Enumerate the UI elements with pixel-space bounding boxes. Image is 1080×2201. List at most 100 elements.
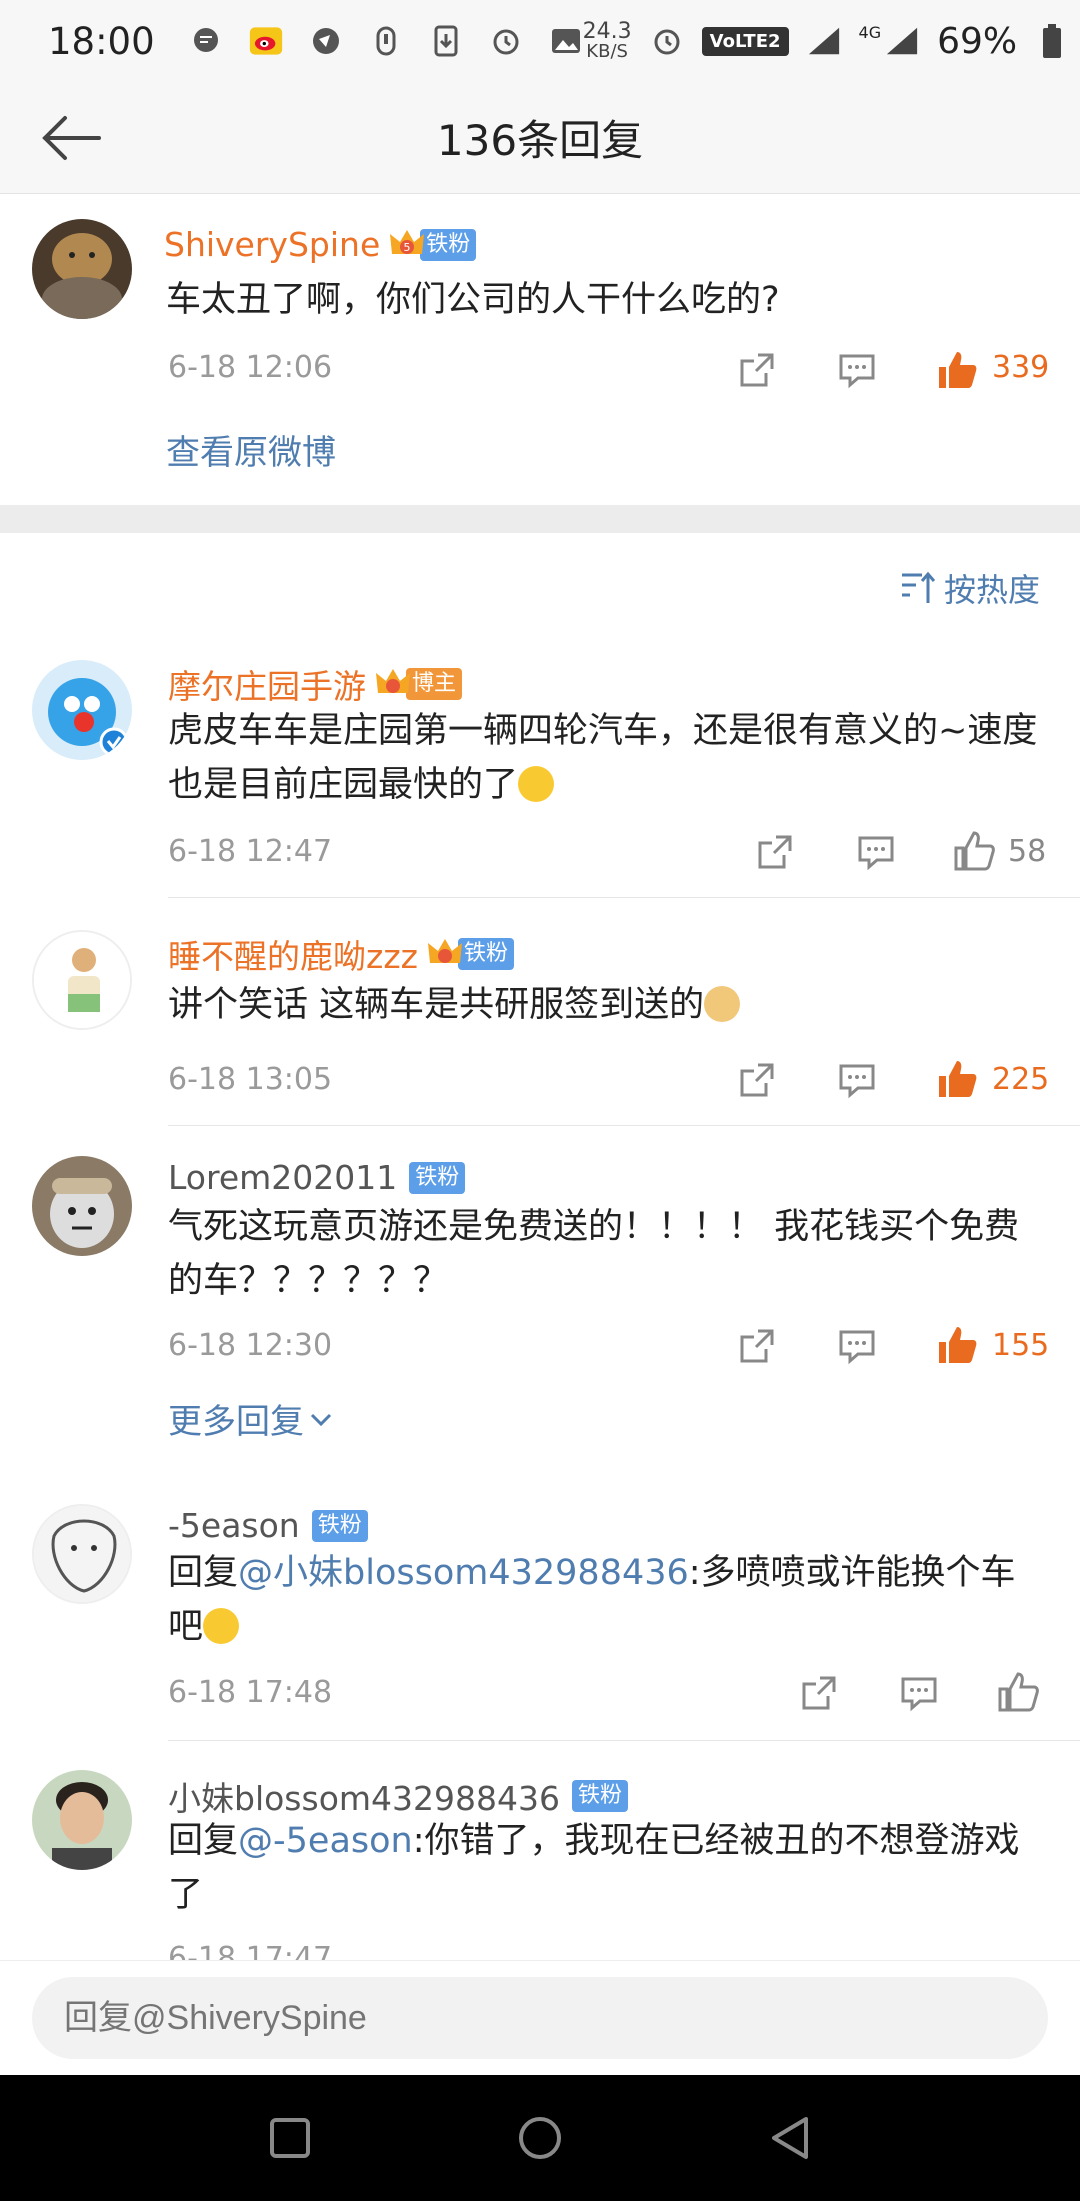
comment-time: 6-18 12:30 — [168, 1328, 333, 1363]
share-icon — [740, 1329, 774, 1363]
reply-input[interactable] — [32, 1977, 1048, 2059]
square-icon — [270, 2118, 310, 2158]
network-type: 4G — [858, 22, 882, 42]
like-button[interactable] — [935, 348, 979, 392]
badge-label: 铁粉 — [311, 1509, 368, 1542]
app-screen: 18:00 24.3 KB/S VoLTE2 4G 69% 136条回复 Shi… — [0, 0, 1080, 2201]
repost-button[interactable] — [737, 1060, 777, 1100]
comment-button[interactable] — [837, 1060, 877, 1100]
battery-percent: 69% — [937, 20, 1018, 62]
comment-author[interactable]: ShiverySpine 5 铁粉 — [164, 225, 477, 264]
like-count: 225 — [992, 1062, 1050, 1097]
battery-icon — [1035, 24, 1069, 58]
like-button[interactable] — [935, 1323, 979, 1367]
home-button[interactable] — [510, 2108, 570, 2168]
comment-author[interactable]: 小妹blossom432988436 铁粉 — [168, 1772, 629, 1820]
laughing-emoji-icon — [518, 766, 555, 802]
fan-badge: 铁粉 — [426, 937, 514, 971]
comment-button[interactable] — [837, 1326, 877, 1366]
comment-text: 回复@小妹blossom432988436:多喷喷或许能换个车吧 — [168, 1546, 1048, 1654]
comment-author[interactable]: Lorem202011 铁粉 — [168, 1158, 466, 1197]
comment-time: 6-18 17:48 — [168, 1675, 333, 1710]
comment-body: 虎皮车车是庄园第一辆四轮汽车，还是很有意义的~速度也是目前庄园最快的了 — [168, 711, 1038, 805]
avatar[interactable] — [32, 219, 132, 319]
comment-icon — [839, 354, 875, 389]
repost-button[interactable] — [737, 1326, 777, 1366]
fan-badge: 5 铁粉 — [388, 228, 477, 262]
more-replies-label[interactable]: 更多回复 — [168, 1394, 304, 1443]
avatar[interactable] — [32, 1770, 132, 1870]
comment-author[interactable]: -5eason 铁粉 — [168, 1506, 368, 1545]
username[interactable]: -5eason — [168, 1506, 300, 1545]
comment-button[interactable] — [856, 832, 896, 872]
doge-emoji-icon — [704, 986, 741, 1022]
mention-link[interactable]: @-5eason — [238, 1821, 413, 1861]
fan-badge: 铁粉 — [405, 1161, 466, 1195]
avatar[interactable] — [32, 660, 132, 760]
comment-button[interactable] — [899, 1673, 939, 1713]
comment-button[interactable] — [837, 350, 877, 390]
reply-prefix: 回复 — [168, 1821, 239, 1861]
like-button[interactable] — [952, 829, 996, 873]
comment-icon — [839, 1064, 875, 1099]
username[interactable]: ShiverySpine — [164, 225, 380, 264]
crown-icon — [426, 935, 464, 973]
sort-label[interactable]: 按热度 — [944, 565, 1040, 611]
reply-prefix: 回复 — [168, 1553, 239, 1593]
page-title: 136条回复 — [436, 116, 644, 165]
share-icon — [740, 353, 774, 387]
notification-icons — [189, 24, 583, 58]
view-original-link[interactable]: 查看原微博 — [166, 425, 336, 474]
repost-button[interactable] — [799, 1673, 839, 1713]
repost-button[interactable] — [755, 832, 795, 872]
comment-icon — [901, 1677, 937, 1712]
repost-button[interactable] — [737, 350, 777, 390]
back-arrow-icon — [42, 116, 101, 160]
system-back-button[interactable] — [760, 2108, 820, 2168]
avatar[interactable] — [32, 1156, 132, 1256]
alarm-icon — [489, 24, 523, 58]
badge-label: 铁粉 — [457, 938, 514, 970]
comment-author[interactable]: 睡不醒的鹿呦zzz 铁粉 — [168, 930, 514, 978]
back-button[interactable] — [36, 106, 106, 170]
more-replies-link[interactable]: 更多回复 — [168, 1394, 334, 1443]
section-divider — [0, 505, 1080, 533]
mention-link[interactable]: @小妹blossom432988436 — [238, 1553, 689, 1593]
recents-button[interactable] — [260, 2108, 320, 2168]
clipped-row: 6-18 17:47 — [0, 1940, 1080, 1960]
divider — [168, 1740, 1080, 1741]
avatar[interactable] — [32, 930, 132, 1030]
comment-text: 讲个笑话 这辆车是共研服签到送的 — [168, 978, 1048, 1032]
sort-toggle[interactable]: 按热度 — [900, 565, 1040, 611]
share-icon — [740, 1063, 774, 1097]
speed-value: 24.3 — [582, 19, 632, 44]
fan-badge: 铁粉 — [308, 1509, 368, 1543]
comment-time: 6-18 12:47 — [168, 834, 333, 869]
thinking-emoji-icon — [203, 1608, 240, 1644]
like-count: 155 — [992, 1328, 1050, 1363]
chevron-down-icon — [310, 1413, 332, 1426]
badge-label: 铁粉 — [409, 1161, 466, 1194]
image-icon — [549, 24, 583, 58]
username[interactable]: 摩尔庄园手游 — [168, 660, 366, 708]
status-time: 18:00 — [48, 19, 155, 63]
username[interactable]: 睡不醒的鹿呦zzz — [168, 930, 418, 978]
divider — [168, 1125, 1080, 1126]
svg-text:5: 5 — [404, 241, 411, 254]
share-icon — [758, 835, 792, 869]
shield-icon — [309, 24, 343, 58]
crown-icon — [374, 665, 412, 703]
like-button[interactable] — [935, 1057, 979, 1101]
username[interactable]: 小妹blossom432988436 — [168, 1772, 560, 1820]
download-icon — [429, 24, 463, 58]
thumbs-up-icon — [954, 831, 995, 871]
blogger-badge: 博主 — [374, 665, 463, 703]
like-button[interactable] — [996, 1670, 1040, 1714]
location-icon — [369, 24, 403, 58]
username[interactable]: Lorem202011 — [168, 1158, 397, 1197]
message-icon — [189, 24, 223, 58]
share-icon — [802, 1676, 836, 1710]
comment-author[interactable]: 摩尔庄园手游 博主 — [168, 660, 463, 708]
avatar[interactable] — [32, 1504, 132, 1604]
network-speed: 24.3 KB/S — [583, 21, 632, 61]
